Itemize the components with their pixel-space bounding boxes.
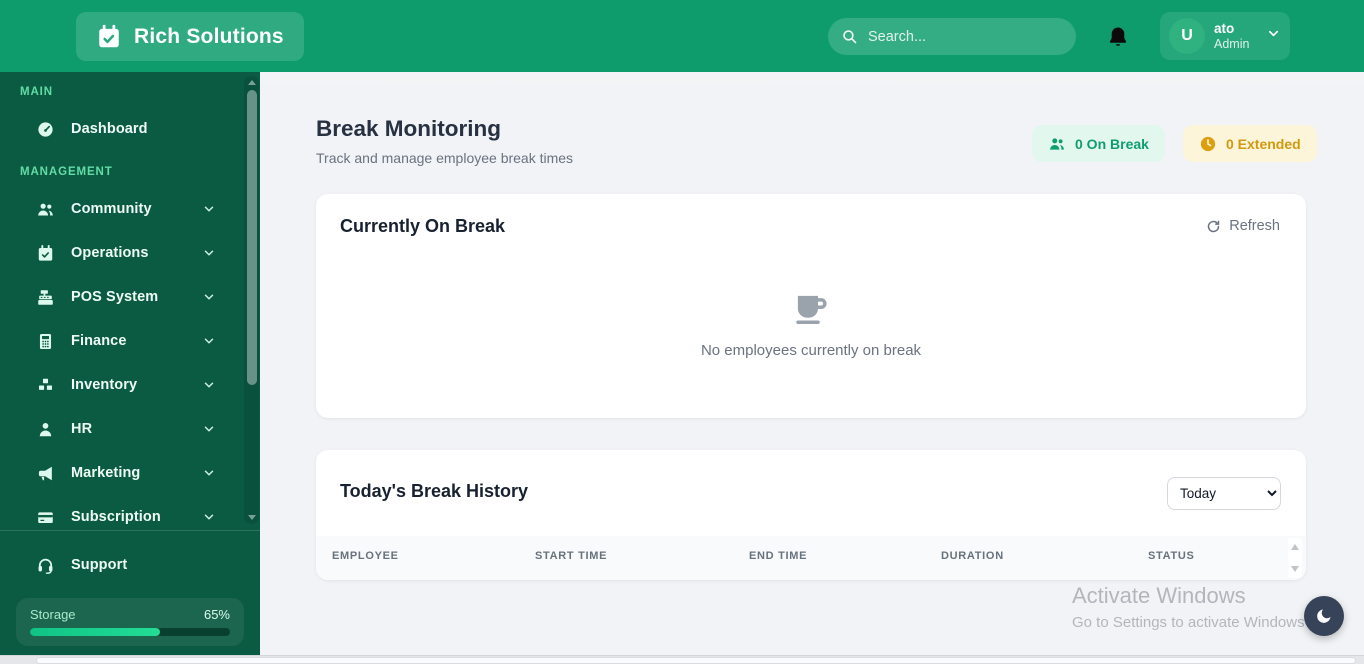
chevron-down-icon: [202, 422, 216, 436]
dashboard-gauge-icon: [36, 120, 55, 139]
cash-register-icon: [36, 288, 55, 307]
credit-card-icon: [36, 508, 55, 527]
watermark-line2: Go to Settings to activate Windows: [1072, 614, 1305, 631]
card-title: Currently On Break: [340, 216, 506, 236]
sidebar-item-operations[interactable]: Operations: [12, 234, 228, 272]
table-scroll-down-arrow[interactable]: [1291, 566, 1299, 572]
chevron-down-icon: [202, 290, 216, 304]
refresh-button[interactable]: Refresh: [1206, 218, 1280, 234]
sidebar-item-dashboard[interactable]: Dashboard: [12, 110, 228, 148]
refresh-label: Refresh: [1229, 218, 1280, 234]
col-start-time: START TIME: [535, 550, 608, 562]
table-scroll-up-arrow[interactable]: [1291, 544, 1299, 550]
clock-icon: [1200, 136, 1216, 151]
storage-percent: 65%: [203, 607, 230, 622]
avatar: U: [1169, 18, 1205, 54]
sidebar-item-hr[interactable]: HR: [12, 410, 228, 448]
chevron-down-icon: [202, 466, 216, 480]
sidebar-item-label: Dashboard: [71, 121, 148, 137]
sidebar-section-main: MAIN: [20, 86, 53, 98]
moon-icon: [1317, 609, 1331, 623]
chevron-down-icon: [202, 334, 216, 348]
col-employee: EMPLOYEE: [332, 550, 399, 562]
user-role: Admin: [1214, 36, 1250, 51]
horizontal-scrollbar[interactable]: [0, 655, 1364, 664]
scroll-up-arrow[interactable]: [247, 80, 256, 85]
sidebar-item-community[interactable]: Community: [12, 190, 228, 228]
user-menu[interactable]: U ato Admin: [1160, 12, 1290, 60]
page-subtitle: Track and manage employee break times: [316, 150, 574, 166]
sidebar-item-pos-system[interactable]: POS System: [12, 278, 228, 316]
users-icon: [1050, 137, 1064, 150]
brand-name: Rich Solutions: [134, 24, 284, 48]
community-icon: [36, 200, 55, 219]
history-filter-select[interactable]: Today: [1167, 477, 1281, 510]
empty-state-message: No employees currently on break: [700, 342, 922, 359]
col-duration: DURATION: [941, 550, 1004, 562]
scroll-down-arrow[interactable]: [247, 515, 256, 520]
sidebar-scrollbar[interactable]: [244, 76, 259, 524]
headset-icon: [36, 556, 55, 575]
chevron-down-icon: [202, 246, 216, 260]
sidebar-item-inventory[interactable]: Inventory: [12, 366, 228, 404]
user-name: ato: [1214, 21, 1235, 37]
watermark-line1: Activate Windows: [1072, 583, 1246, 608]
sidebar-item-finance[interactable]: Finance: [12, 322, 228, 360]
calculator-icon: [36, 332, 55, 351]
search-icon: [843, 30, 857, 44]
chevron-down-icon: [1266, 26, 1281, 46]
calendar-check-icon: [96, 24, 122, 50]
break-history-card: Today's Break History Today EMPLOYEE STA…: [316, 450, 1306, 580]
extended-badge-label: 0 Extended: [1226, 135, 1301, 152]
col-status: STATUS: [1148, 550, 1195, 562]
storage-label: Storage: [30, 607, 76, 622]
on-break-badge-label: 0 On Break: [1075, 135, 1149, 152]
sidebar-section-management: MANAGEMENT: [20, 166, 113, 178]
notification-bell-icon[interactable]: [1106, 24, 1132, 50]
top-bar: Rich Solutions U ato Admin: [0, 0, 1364, 72]
dark-mode-toggle[interactable]: [1304, 596, 1344, 636]
operations-calendar-icon: [36, 244, 55, 263]
sidebar-item-marketing[interactable]: Marketing: [12, 454, 228, 492]
search-input[interactable]: [868, 28, 1063, 45]
chevron-down-icon: [202, 202, 216, 216]
currently-on-break-card: Currently On Break Refresh No employees …: [316, 194, 1306, 418]
history-table-header: EMPLOYEE START TIME END TIME DURATION ST…: [316, 536, 1306, 580]
page-title: Break Monitoring: [316, 116, 502, 141]
storage-widget: Storage 65%: [16, 598, 244, 646]
sidebar-item-support[interactable]: Support: [12, 546, 228, 584]
horizontal-scrollbar-thumb[interactable]: [36, 657, 1356, 664]
megaphone-icon: [36, 464, 55, 483]
chevron-down-icon: [202, 510, 216, 524]
chevron-down-icon: [202, 378, 216, 392]
sidebar-scrollbar-thumb[interactable]: [246, 90, 257, 385]
activate-windows-watermark: Activate Windows Go to Settings to activ…: [1072, 583, 1305, 631]
on-break-badge: 0 On Break: [1032, 125, 1165, 162]
search-box[interactable]: [828, 18, 1076, 55]
brand-logo[interactable]: Rich Solutions: [76, 12, 304, 61]
sidebar-divider: [0, 530, 260, 531]
sidebar: MAIN Dashboard MANAGEMENT Community Oper…: [0, 72, 260, 656]
app-screen: Rich Solutions U ato Admin MAIN D: [0, 0, 1364, 664]
coffee-cup-icon: [788, 288, 834, 330]
col-end-time: END TIME: [749, 550, 808, 562]
table-scrollbar[interactable]: [1288, 538, 1302, 578]
storage-progress-track: [30, 628, 230, 636]
refresh-icon: [1208, 220, 1220, 232]
storage-progress-fill: [30, 628, 160, 636]
person-icon: [36, 420, 55, 439]
history-card-title: Today's Break History: [340, 481, 529, 501]
inventory-boxes-icon: [36, 376, 55, 395]
extended-badge: 0 Extended: [1183, 125, 1317, 162]
